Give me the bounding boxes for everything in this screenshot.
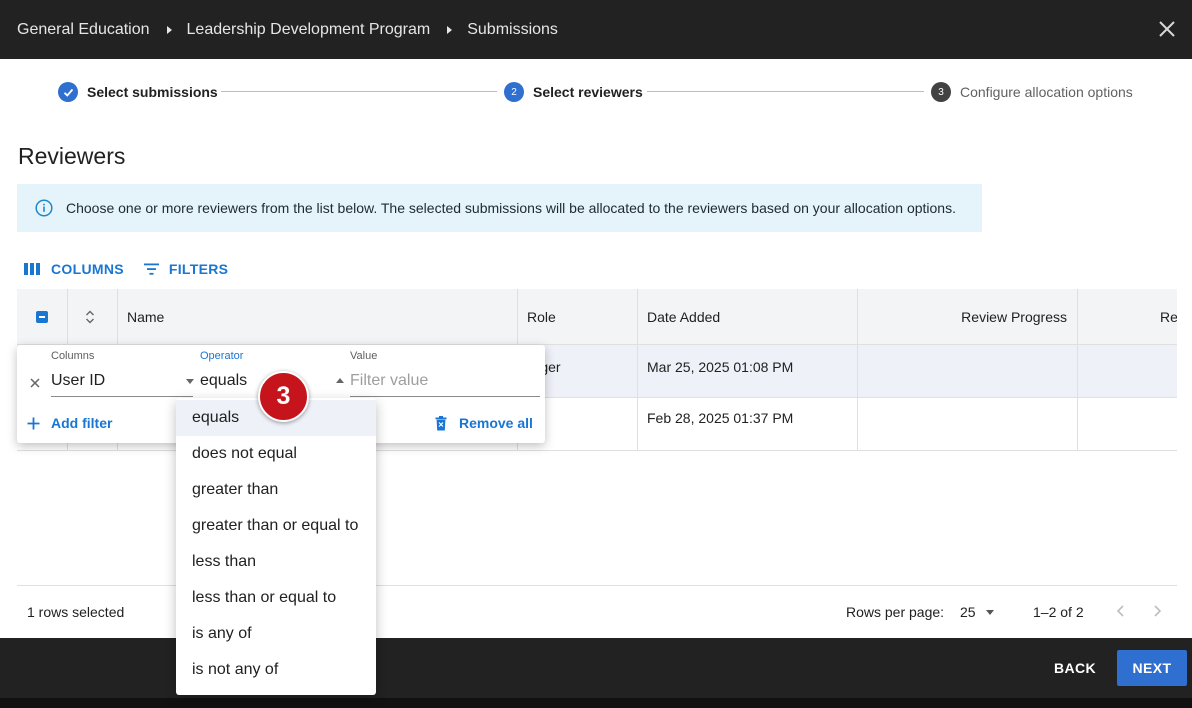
selected-count: 1 rows selected [27, 604, 125, 620]
select-all-checkbox[interactable] [17, 289, 67, 345]
indeterminate-checkbox-icon [36, 311, 48, 323]
check-circle-icon [58, 82, 78, 102]
step-callout-badge: 3 [258, 371, 309, 422]
step-label: Select reviewers [533, 84, 643, 100]
remove-all-button[interactable]: Remove all [435, 415, 533, 431]
columns-dropdown-arrow-icon [186, 379, 194, 384]
operator-option-greater-than-or-equal[interactable]: greater than or equal to [176, 508, 376, 544]
step-select-reviewers: 2 Select reviewers [504, 80, 643, 104]
breadcrumb-submissions[interactable]: Submissions [467, 21, 558, 39]
info-icon [35, 199, 53, 217]
step-connector [647, 91, 924, 92]
chevron-left-icon[interactable] [1115, 604, 1127, 618]
date-added-cell: Feb 28, 2025 01:37 PM [647, 410, 794, 426]
add-filter-button[interactable]: Add filter [27, 415, 112, 431]
column-header-truncated[interactable]: Re [1077, 289, 1177, 345]
trash-icon [435, 415, 447, 430]
allocation-dialog: General Education Leadership Development… [0, 0, 1192, 708]
operator-option-does-not-equal[interactable]: does not equal [176, 436, 376, 472]
dropdown-arrow-icon [985, 609, 994, 615]
value-sort-arrow-icon [336, 378, 344, 383]
column-divider [1077, 289, 1078, 451]
step-number: 3 [931, 82, 951, 102]
columns-field-label: Columns [51, 350, 95, 362]
filters-button[interactable]: FILTERS [143, 261, 228, 277]
sort-toggle[interactable] [67, 289, 117, 345]
date-added-cell: Mar 25, 2025 01:08 PM [647, 359, 794, 375]
operator-select[interactable]: equals [200, 372, 247, 390]
operator-option-less-than-or-equal[interactable]: less than or equal to [176, 580, 376, 616]
add-filter-label: Add filter [51, 415, 113, 431]
column-header-name[interactable]: Name [117, 289, 517, 345]
operator-option-less-than[interactable]: less than [176, 544, 376, 580]
step-connector [221, 91, 497, 92]
next-button[interactable]: NEXT [1117, 650, 1187, 686]
operator-option-greater-than[interactable]: greater than [176, 472, 376, 508]
info-message: Choose one or more reviewers from the li… [66, 200, 956, 216]
delete-filter-icon[interactable] [29, 377, 41, 389]
step-number: 2 [504, 82, 524, 102]
filter-value-input[interactable]: Filter value [350, 372, 428, 390]
rows-per-page-label: Rows per page: [846, 604, 945, 620]
rows-per-page-select[interactable]: 25 [960, 601, 1000, 623]
back-button[interactable]: BACK [1047, 651, 1103, 685]
step-select-submissions: Select submissions [58, 80, 218, 104]
breadcrumb-program[interactable]: Leadership Development Program [187, 21, 431, 39]
columns-icon [24, 263, 40, 275]
rows-per-page-value: 25 [960, 604, 976, 620]
column-header-date-added[interactable]: Date Added [637, 289, 857, 345]
stepper: Select submissions 2 Select reviewers 3 … [58, 80, 1138, 104]
step-label: Select submissions [87, 84, 218, 100]
columns-underline [51, 396, 193, 397]
step-configure-allocation: 3 Configure allocation options [931, 80, 1133, 104]
value-field-label: Value [350, 350, 378, 362]
breadcrumb-general-education[interactable]: General Education [17, 21, 150, 39]
operator-dropdown: equals does not equal greater than great… [176, 398, 376, 695]
columns-button[interactable]: COLUMNS [24, 261, 124, 277]
value-underline [350, 396, 540, 397]
filters-label: FILTERS [168, 261, 229, 277]
dialog-header: General Education Leadership Development… [0, 0, 1192, 59]
columns-label: COLUMNS [51, 261, 124, 277]
plus-icon [27, 417, 40, 429]
close-icon[interactable] [1156, 18, 1178, 40]
column-header-role[interactable]: Role [517, 289, 637, 345]
page-title: Reviewers [18, 143, 126, 169]
grid-header-row: Name Role Date Added Review Progress Re [17, 289, 1177, 345]
pagination-range: 1–2 of 2 [1033, 604, 1084, 620]
bottom-edge [0, 698, 1192, 708]
breadcrumb-separator-icon [166, 25, 172, 34]
operator-field-label: Operator [200, 350, 244, 362]
step-label: Configure allocation options [960, 84, 1133, 100]
column-divider [857, 289, 858, 451]
column-divider [637, 289, 638, 451]
chevron-right-icon[interactable] [1151, 604, 1163, 618]
grid-toolbar: COLUMNS FILTERS [24, 261, 247, 277]
filter-icon [143, 263, 159, 275]
operator-option-is-not-any-of[interactable]: is not any of [176, 652, 376, 688]
column-header-review-progress[interactable]: Review Progress [857, 289, 1077, 345]
operator-option-is-any-of[interactable]: is any of [176, 616, 376, 652]
columns-select[interactable]: User ID [51, 372, 105, 390]
remove-all-label: Remove all [459, 415, 533, 431]
info-alert: Choose one or more reviewers from the li… [17, 184, 982, 232]
breadcrumb-separator-icon [447, 25, 453, 34]
unfold-icon [86, 310, 94, 324]
